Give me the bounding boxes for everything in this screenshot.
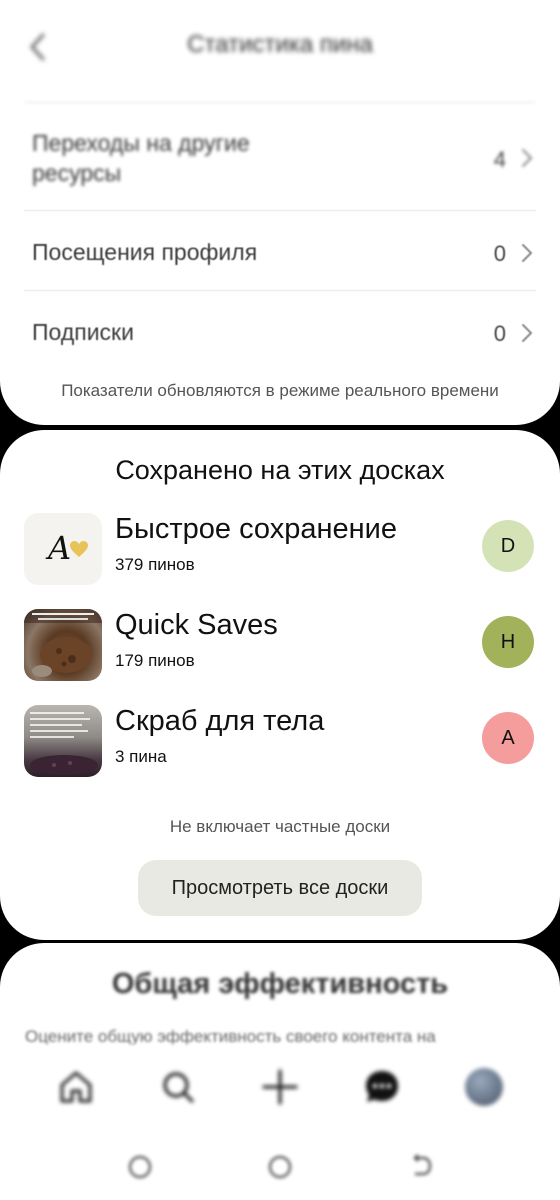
collaborator-avatar[interactable]: H bbox=[482, 616, 534, 668]
search-icon[interactable] bbox=[156, 1065, 200, 1109]
bottom-nav-bar bbox=[0, 1045, 560, 1145]
board-pin-count: 3 пина bbox=[115, 747, 167, 766]
stat-row-follows[interactable]: Подписки 0 bbox=[24, 290, 536, 370]
chevron-right-icon bbox=[520, 147, 534, 169]
profile-avatar[interactable] bbox=[462, 1065, 506, 1109]
board-name: Быстрое сохранение bbox=[115, 513, 397, 545]
board-name: Quick Saves bbox=[115, 609, 278, 641]
board-thumbnail bbox=[24, 705, 102, 777]
chevron-right-icon bbox=[520, 322, 534, 344]
stats-header: Статистика пина bbox=[0, 0, 560, 100]
system-nav-bar bbox=[0, 1143, 560, 1200]
scrub-jar-image-icon bbox=[30, 712, 98, 775]
realtime-note: Показатели обновляются в режиме реальног… bbox=[61, 381, 499, 400]
saved-boards-card: Сохранено на этих досках A Быстрое сохра… bbox=[0, 430, 560, 940]
pin-stats-sheet: Статистика пина Переходы на другие ресур… bbox=[0, 0, 560, 425]
stat-value: 0 bbox=[493, 321, 506, 346]
collaborator-avatar[interactable]: A bbox=[482, 712, 534, 764]
board-thumbnail: A bbox=[24, 513, 102, 585]
heart-icon bbox=[70, 541, 88, 557]
board-thumb-letter: A bbox=[48, 529, 72, 567]
board-name: Скраб для тела bbox=[115, 705, 325, 737]
page-title: Статистика пина bbox=[187, 31, 373, 58]
home-icon[interactable] bbox=[54, 1065, 98, 1109]
board-pin-count: 379 пинов bbox=[115, 555, 195, 574]
avatar-letter: H bbox=[500, 630, 516, 653]
board-row-quick-save[interactable]: A Быстрое сохранение 379 пинов D bbox=[24, 513, 536, 585]
messages-icon[interactable] bbox=[360, 1065, 404, 1109]
stat-value: 0 bbox=[493, 241, 506, 266]
stat-value: 4 bbox=[493, 147, 506, 172]
chevron-right-icon bbox=[520, 242, 534, 264]
collaborator-avatar[interactable]: D bbox=[482, 520, 534, 572]
board-row-quick-saves[interactable]: Quick Saves 179 пинов H bbox=[24, 609, 536, 681]
section-title: Сохранено на этих досках bbox=[115, 455, 445, 485]
recent-apps-icon[interactable] bbox=[120, 1147, 160, 1187]
hand-image-icon bbox=[24, 609, 102, 677]
stat-label: Посещения профиля bbox=[32, 239, 258, 265]
section-subtitle: Оцените общую эффективность своего конте… bbox=[25, 1027, 436, 1046]
avatar-letter: A bbox=[501, 726, 515, 749]
back-arrow-icon[interactable] bbox=[400, 1147, 440, 1187]
avatar-letter: D bbox=[500, 534, 516, 557]
private-boards-note: Не включает частные доски bbox=[169, 817, 391, 836]
board-thumbnail bbox=[24, 609, 102, 681]
stat-row-profile-visits[interactable]: Посещения профиля 0 bbox=[24, 210, 536, 290]
stat-label: Переходы на другие ресурсы bbox=[32, 130, 250, 186]
section-title: Общая эффективность bbox=[111, 968, 449, 1000]
home-circle-icon[interactable] bbox=[260, 1147, 300, 1187]
view-all-boards-button[interactable]: Просмотреть все доски bbox=[138, 860, 422, 916]
create-icon[interactable] bbox=[258, 1065, 302, 1109]
board-pin-count: 179 пинов bbox=[115, 651, 195, 670]
stat-row-outbound-clicks[interactable]: Переходы на другие ресурсы 4 bbox=[24, 102, 536, 210]
overall-performance-sheet: Общая эффективность Оцените общую эффект… bbox=[0, 943, 560, 1200]
board-row-body-scrub[interactable]: Скраб для тела 3 пина A bbox=[24, 705, 536, 777]
stat-label: Подписки bbox=[32, 319, 134, 345]
